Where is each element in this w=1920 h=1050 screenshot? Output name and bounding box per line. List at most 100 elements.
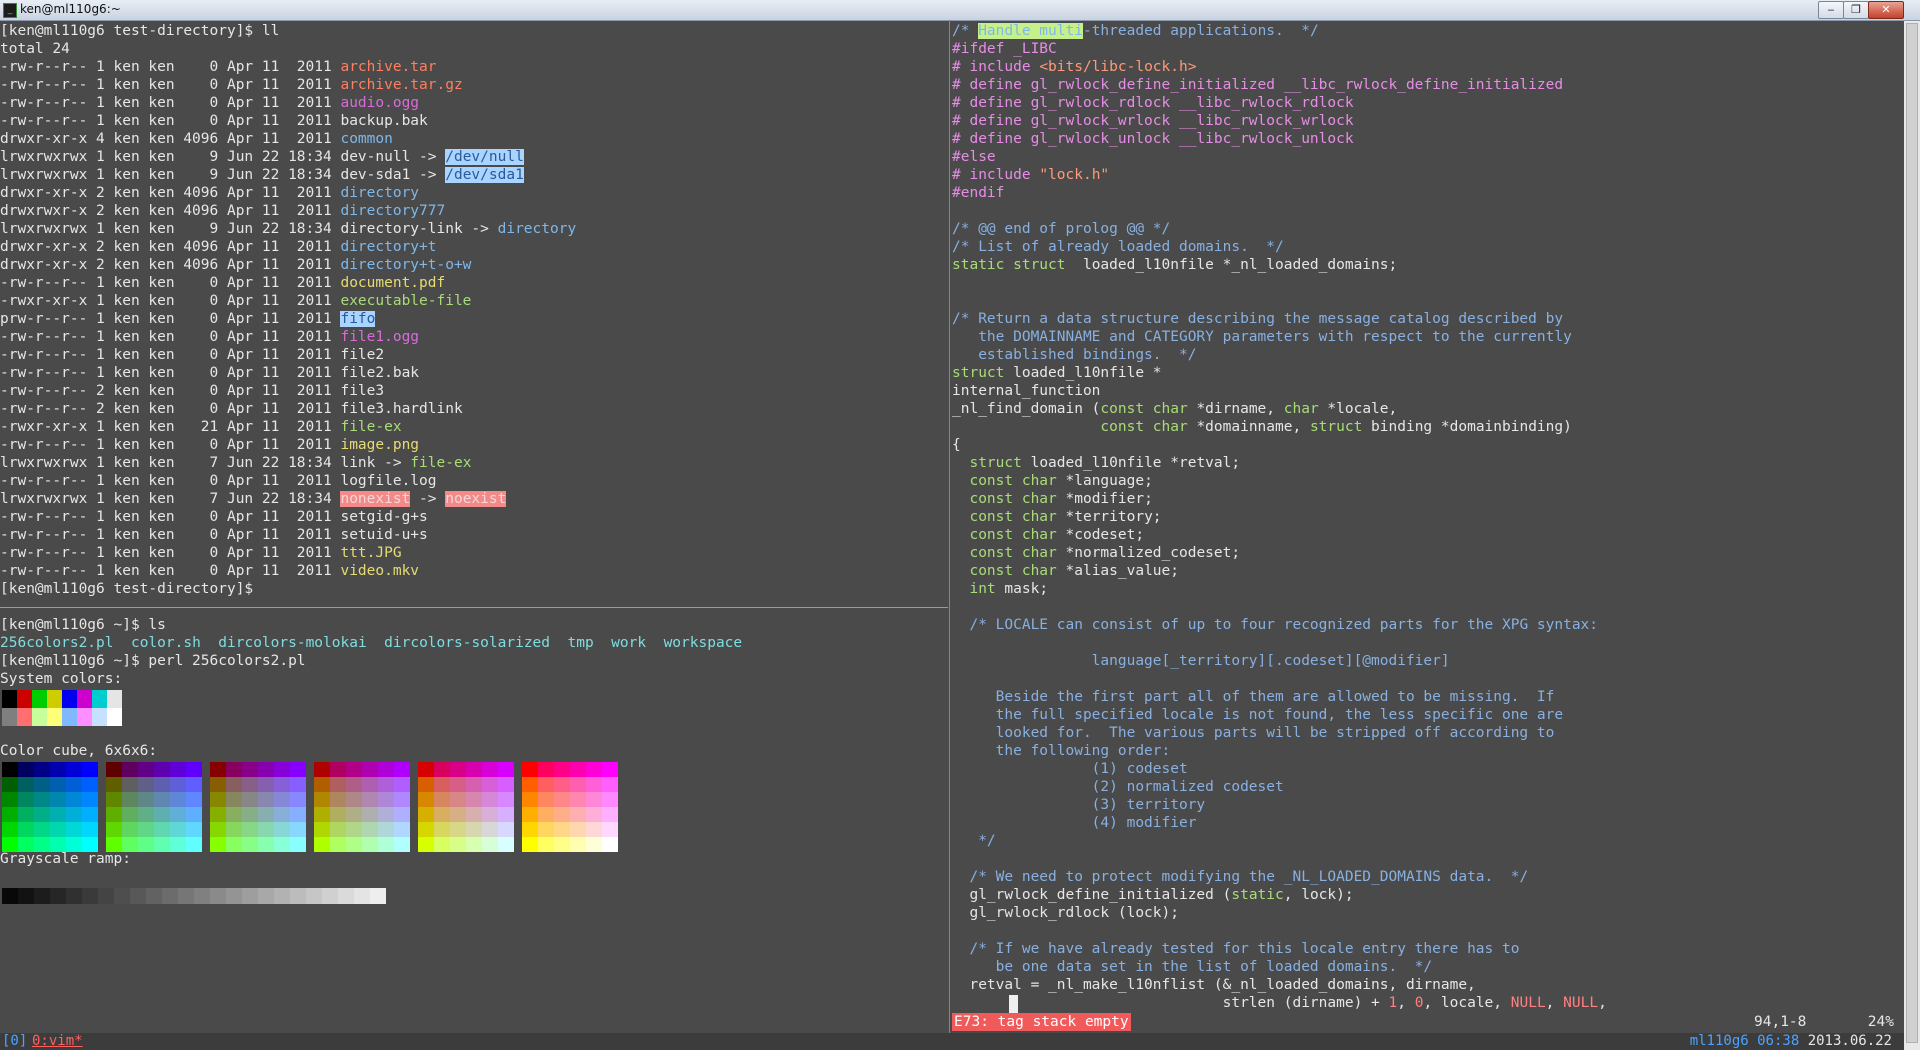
- code-token: # include: [952, 167, 1040, 183]
- ls-row: -rw-r--r-- 1 ken ken 0 Apr 11 2011 file2…: [0, 364, 948, 382]
- cube-color-swatch: [346, 837, 362, 852]
- code-token: looked for. The various parts will be st…: [952, 725, 1555, 741]
- code-line: /* Return a data structure describing th…: [952, 310, 1902, 328]
- gray-swatch: [18, 888, 34, 904]
- code-token: const char: [969, 545, 1057, 561]
- cube-color-swatch: [290, 837, 306, 852]
- cube-color-swatch: [538, 762, 554, 777]
- cube-color-swatch: [498, 777, 514, 792]
- file-meta: -rw-r--r-- 1 ken ken 0 Apr 11 2011: [0, 77, 341, 93]
- file-meta: -rw-r--r-- 2 ken ken 0 Apr 11 2011: [0, 401, 341, 417]
- code-token: NULL: [1563, 995, 1599, 1011]
- code-line: static struct loaded_l10nfile *_nl_loade…: [952, 256, 1902, 274]
- code-token: (3) territory: [952, 797, 1206, 813]
- cube-color-swatch: [122, 807, 138, 822]
- system-color-swatch: [17, 708, 32, 726]
- code-line: strlen (dirname) + 1, 0, locale, NULL, N…: [952, 994, 1902, 1012]
- scrollbar-thumb[interactable]: [1906, 23, 1918, 1043]
- code-line: # define gl_rwlock_wrlock __libc_rwlock_…: [952, 112, 1902, 130]
- code-line: const char *modifier;: [952, 490, 1902, 508]
- cube-color-swatch: [570, 777, 586, 792]
- cube-color-swatch: [154, 762, 170, 777]
- file-name: file-ex: [340, 419, 402, 435]
- code-token: NULL: [1510, 995, 1546, 1011]
- code-token: /* LOCALE can consist of up to four reco…: [969, 617, 1599, 633]
- vim-scroll-percent: 24%: [1867, 1014, 1894, 1030]
- cube-color-swatch: [394, 777, 410, 792]
- cube-color-swatch: [66, 792, 82, 807]
- cube-color-swatch: [226, 822, 242, 837]
- code-token: 1: [1388, 995, 1398, 1011]
- terminal-scrollbar[interactable]: [1904, 21, 1920, 1050]
- gray-swatch: [210, 888, 226, 904]
- cube-color-swatch: [554, 777, 570, 792]
- pane-divider-horizontal[interactable]: [0, 607, 948, 608]
- code-line: established bindings. */: [952, 346, 1902, 364]
- cube-color-swatch: [602, 822, 618, 837]
- code-line: Beside the first part all of them are al…: [952, 688, 1902, 706]
- cube-color-swatch: [314, 777, 330, 792]
- vim-code-view[interactable]: /* Handle multi-threaded applications. *…: [952, 22, 1902, 1012]
- code-token: *language;: [1056, 473, 1153, 489]
- minimize-button[interactable]: ‒: [1818, 1, 1844, 19]
- ls-row: -rwxr-xr-x 1 ken ken 21 Apr 11 2011 file…: [0, 418, 948, 436]
- cube-color-swatch: [210, 762, 226, 777]
- code-token: struct: [1309, 419, 1363, 435]
- cube-color-swatch: [290, 792, 306, 807]
- cube-color-swatch: [554, 762, 570, 777]
- code-token: /* @@ end of prolog @@ */: [952, 221, 1171, 237]
- ls-gap: [594, 635, 611, 651]
- ls-row: -rw-r--r-- 1 ken ken 0 Apr 11 2011 archi…: [0, 76, 948, 94]
- cube-color-swatch: [602, 777, 618, 792]
- file-meta: -rw-r--r-- 1 ken ken 0 Apr 11 2011: [0, 347, 341, 363]
- link-target: /dev/sda1: [445, 167, 524, 183]
- cube-color-swatch: [170, 837, 186, 852]
- code-line: gl_rwlock_rdlock (lock);: [952, 904, 1902, 922]
- pane-divider-vertical[interactable]: [949, 20, 950, 1033]
- cube-color-swatch: [18, 777, 34, 792]
- cube-color-swatch: [498, 837, 514, 852]
- close-button[interactable]: ✕: [1868, 1, 1904, 19]
- tmux-window-tab[interactable]: 0:vim*: [32, 1033, 83, 1050]
- terminal-app-icon: _: [3, 3, 17, 18]
- cube-color-swatch: [394, 837, 410, 852]
- code-token: *codeset;: [1056, 527, 1145, 543]
- code-token: # define gl_rwlock_rdlock __libc_rwlock_…: [952, 95, 1354, 111]
- cube-color-swatch: [554, 807, 570, 822]
- code-line: /* LOCALE can consist of up to four reco…: [952, 616, 1902, 634]
- cube-color-swatch: [242, 837, 258, 852]
- cube-color-swatch: [82, 807, 98, 822]
- tmux-date: 2013.06.22: [1807, 1033, 1892, 1049]
- cube-color-swatch: [586, 822, 602, 837]
- cube-color-swatch: [522, 777, 538, 792]
- gray-swatch: [322, 888, 338, 904]
- file-name: dev-null: [340, 149, 411, 165]
- system-color-swatch: [92, 708, 107, 726]
- ls-row: lrwxrwxrwx 1 ken ken 9 Jun 22 18:34 dire…: [0, 220, 948, 238]
- file-meta: -rw-r--r-- 1 ken ken 0 Apr 11 2011: [0, 527, 341, 543]
- code-line: looked for. The various parts will be st…: [952, 724, 1902, 742]
- pane-top-left[interactable]: [ken@ml110g6 test-directory]$ ll total 2…: [0, 22, 948, 606]
- ls-row: -rw-r--r-- 1 ken ken 0 Apr 11 2011 setgi…: [0, 508, 948, 526]
- maximize-button[interactable]: ❐: [1843, 1, 1869, 19]
- code-line: # include "lock.h": [952, 166, 1902, 184]
- tmux-session[interactable]: [0]: [2, 1033, 27, 1050]
- cube-color-swatch: [226, 807, 242, 822]
- cube-color-swatch: [258, 822, 274, 837]
- code-token: (2) normalized codeset: [952, 779, 1284, 795]
- gray-swatch: [370, 888, 386, 904]
- file-name: video.mkv: [340, 563, 420, 579]
- file-name: setgid-g+s: [340, 509, 428, 525]
- cube-color-swatch: [138, 807, 154, 822]
- window-title: ken@ml110g6:~: [20, 2, 121, 16]
- gray-swatch: [258, 888, 274, 904]
- cube-color-swatch: [570, 807, 586, 822]
- code-line: /* List of already loaded domains. */: [952, 238, 1902, 256]
- cube-color-swatch: [290, 822, 306, 837]
- cube-color-swatch: [378, 777, 394, 792]
- pane-vim-editor[interactable]: /* Handle multi-threaded applications. *…: [952, 22, 1902, 1030]
- cube-color-swatch: [482, 822, 498, 837]
- code-line: */: [952, 832, 1902, 850]
- gray-swatch: [194, 888, 210, 904]
